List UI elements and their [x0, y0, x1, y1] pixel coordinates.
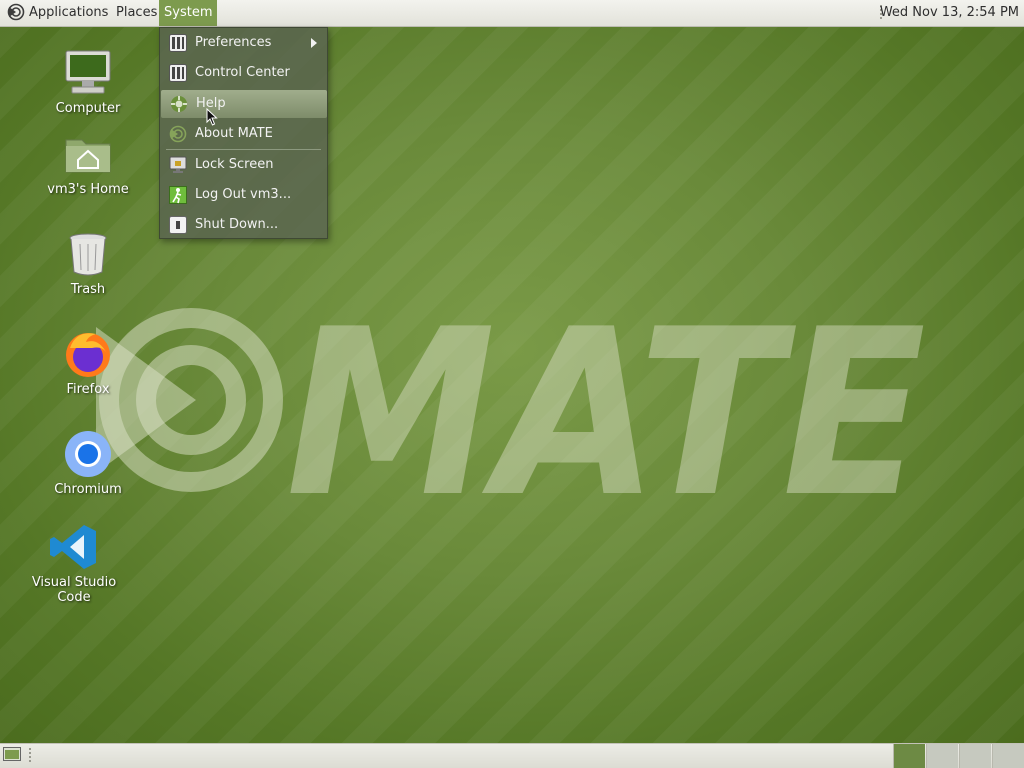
system-menu[interactable]: System [159, 0, 218, 26]
menu-item-label: Lock Screen [195, 157, 274, 172]
desktop-icon-label: Visual Studio Code [31, 575, 117, 605]
mate-logo-icon [169, 125, 187, 143]
desktop: MATE Computer vm3's Home Trash Firefox C… [0, 27, 1024, 743]
places-label: Places [116, 5, 158, 20]
computer-icon [65, 50, 111, 94]
vscode-icon [50, 525, 96, 569]
home-folder-icon [65, 139, 111, 173]
top-panel: Applications Places System Wed Nov 13, 2… [0, 0, 1024, 27]
preferences-icon [169, 34, 187, 52]
menu-item-help[interactable]: Help [161, 90, 327, 118]
menu-separator [166, 149, 321, 150]
workspace-2[interactable] [926, 744, 958, 768]
workspace-4[interactable] [992, 744, 1024, 768]
applications-menu[interactable]: Applications [3, 0, 113, 26]
desktop-icon-label: Trash [70, 282, 106, 297]
mate-logo-icon [7, 3, 25, 20]
desktop-icon-vscode[interactable]: Visual Studio Code [14, 521, 134, 605]
places-menu[interactable]: Places [111, 0, 162, 26]
menu-item-label: Control Center [195, 65, 290, 80]
menu-item-shut-down[interactable]: Shut Down... [160, 211, 327, 239]
menu-item-label: Shut Down... [195, 217, 279, 232]
help-icon [171, 96, 187, 112]
shutdown-icon [169, 216, 187, 234]
submenu-arrow-icon [311, 38, 317, 48]
menu-item-label: Preferences [195, 35, 272, 50]
mate-wallpaper-logo: MATE [96, 281, 936, 548]
logout-icon [169, 186, 187, 204]
wallpaper-mate-text: MATE [286, 297, 926, 507]
menu-item-label: Log Out vm3... [195, 187, 292, 202]
bottom-panel [0, 743, 1024, 768]
desktop-icon-home[interactable]: vm3's Home [28, 128, 148, 197]
clock[interactable]: Wed Nov 13, 2:54 PM [880, 0, 1019, 26]
applications-label: Applications [29, 5, 109, 20]
lock-screen-icon [169, 156, 187, 173]
mouse-pointer-icon [206, 108, 218, 126]
menu-item-control-center[interactable]: Control Center [160, 59, 327, 87]
system-menu-dropdown: Preferences Control Center Help About MA… [159, 27, 328, 239]
chromium-icon [65, 431, 111, 477]
desktop-icon-label: Chromium [54, 482, 122, 497]
desktop-icon-chromium[interactable]: Chromium [28, 428, 148, 497]
desktop-icon-label: Firefox [66, 382, 110, 397]
menu-item-log-out[interactable]: Log Out vm3... [160, 181, 327, 209]
workspace-1[interactable] [893, 744, 925, 768]
desktop-icon-label: vm3's Home [47, 182, 129, 197]
menu-item-preferences[interactable]: Preferences [160, 29, 327, 57]
show-desktop-icon[interactable] [3, 747, 21, 763]
workspace-3[interactable] [959, 744, 991, 768]
desktop-icon-trash[interactable]: Trash [28, 228, 148, 297]
desktop-icon-label: Computer [55, 101, 121, 116]
system-label: System [164, 5, 213, 20]
desktop-icon-computer[interactable]: Computer [28, 47, 148, 116]
control-center-icon [169, 64, 187, 82]
panel-handle[interactable] [29, 748, 31, 764]
trash-icon [69, 233, 107, 276]
firefox-icon [66, 333, 110, 377]
desktop-icon-firefox[interactable]: Firefox [28, 328, 148, 397]
clock-label: Wed Nov 13, 2:54 PM [879, 5, 1019, 20]
menu-item-about-mate[interactable]: About MATE [160, 120, 327, 148]
menu-item-lock-screen[interactable]: Lock Screen [160, 151, 327, 179]
